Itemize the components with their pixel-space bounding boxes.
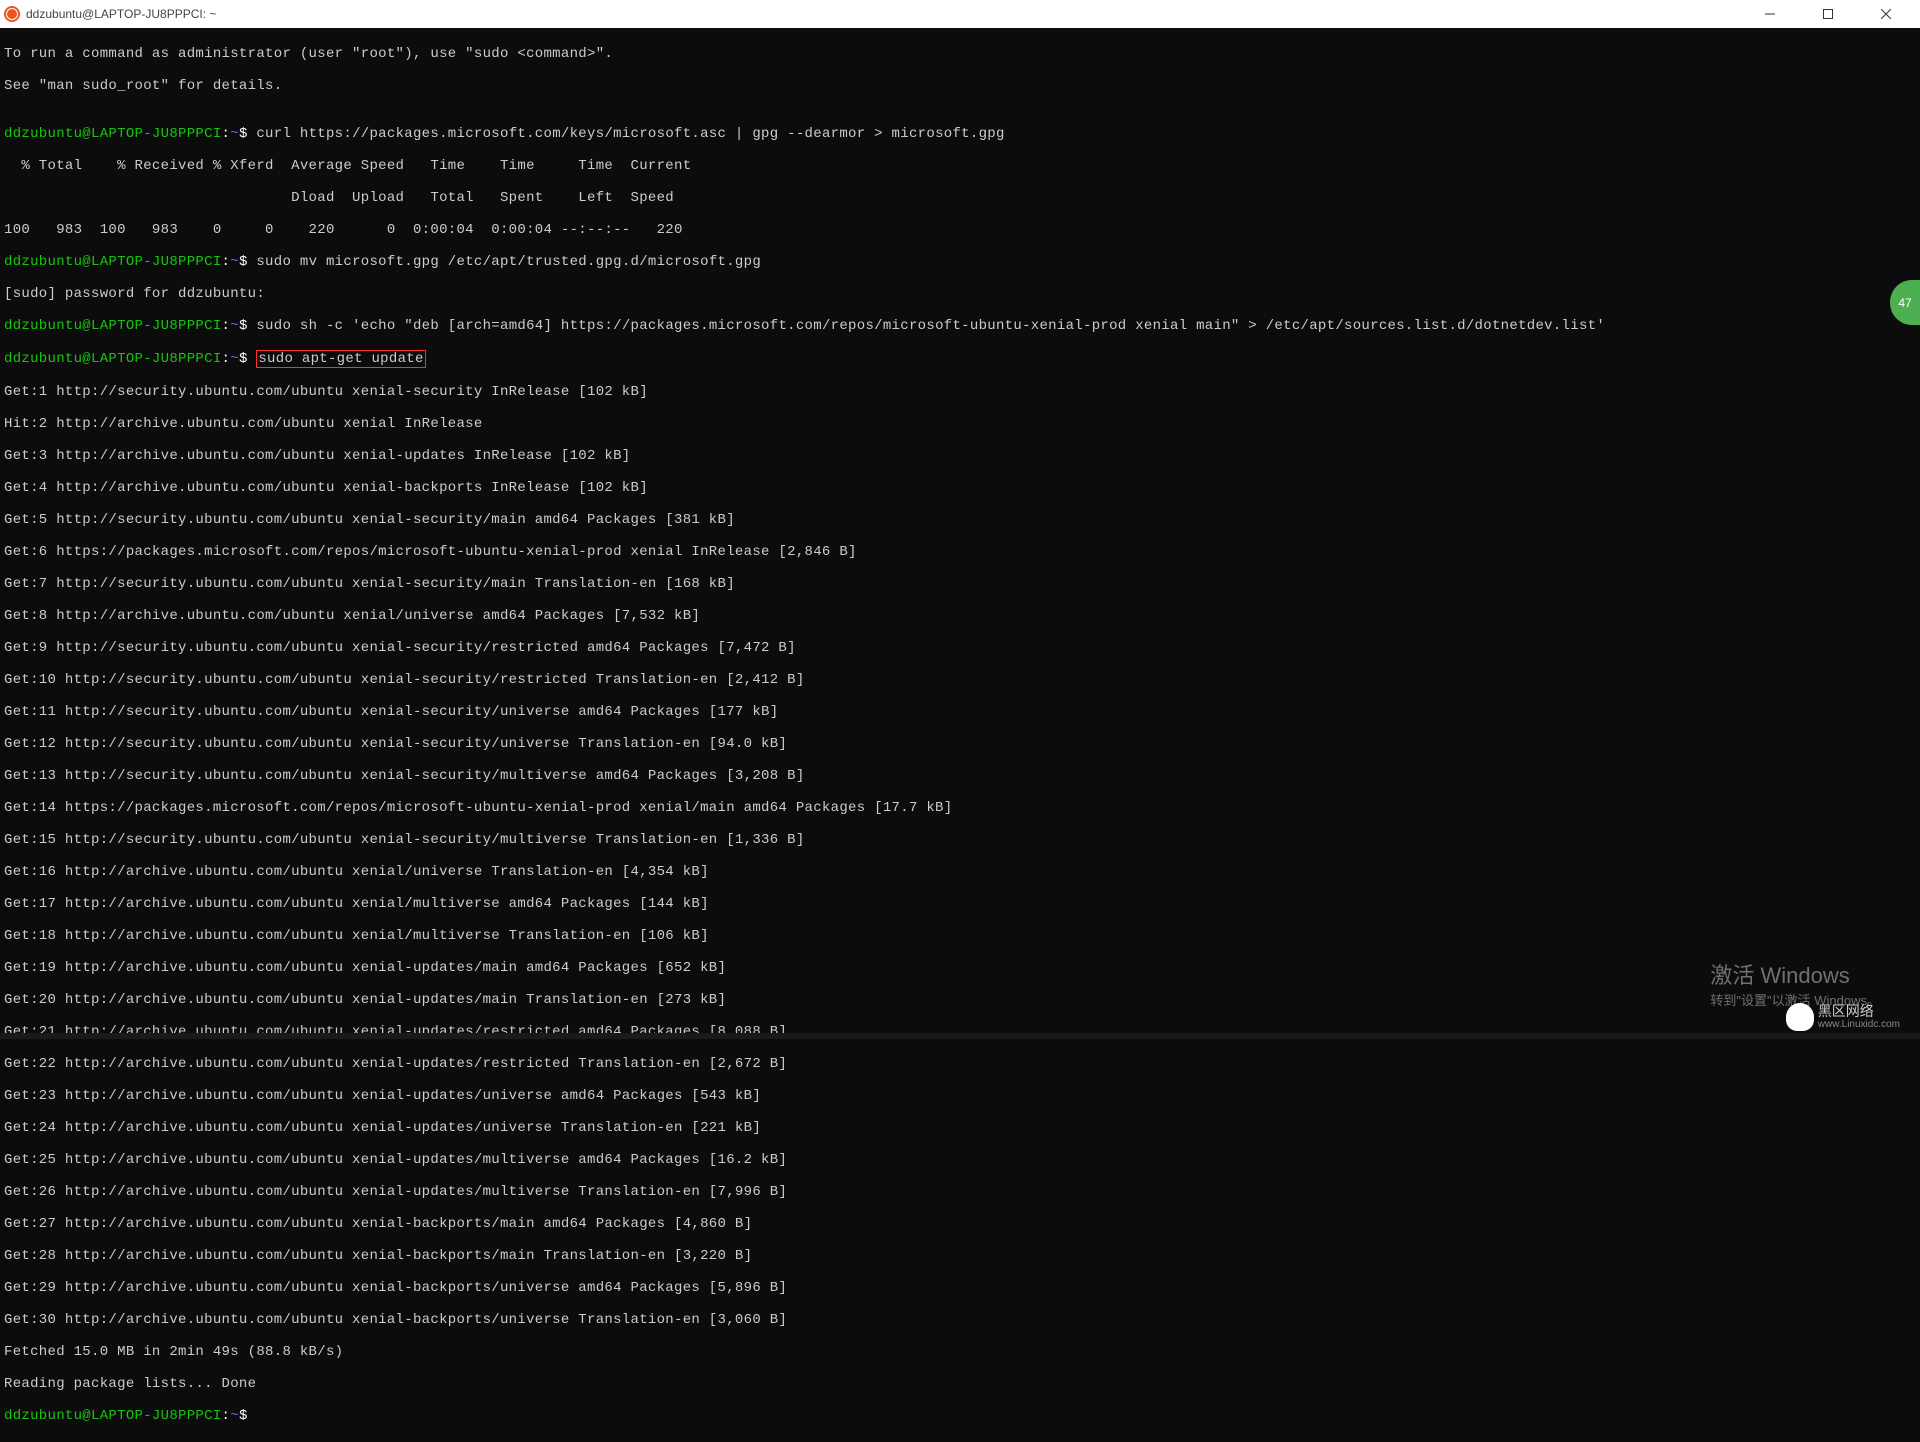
- site-watermark-logo: 黑区网络 www.Linuxidc.com: [1786, 1003, 1900, 1031]
- terminal-line: [sudo] password for ddzubuntu:: [4, 286, 1916, 302]
- logo-url: www.Linuxidc.com: [1818, 1019, 1900, 1030]
- terminal-line: See "man sudo_root" for details.: [4, 78, 1916, 94]
- terminal-line: 100 983 100 983 0 0 220 0 0:00:04 0:00:0…: [4, 222, 1916, 238]
- window-title: ddzubuntu@LAPTOP-JU8PPPCI: ~: [26, 7, 1750, 21]
- terminal-line: Reading package lists... Done: [4, 1376, 1916, 1392]
- terminal-line: ddzubuntu@LAPTOP-JU8PPPCI:~$ sudo sh -c …: [4, 318, 1916, 334]
- terminal-line: Get:30 http://archive.ubuntu.com/ubuntu …: [4, 1312, 1916, 1328]
- terminal-line: Get:27 http://archive.ubuntu.com/ubuntu …: [4, 1216, 1916, 1232]
- maximize-button[interactable]: [1808, 0, 1848, 28]
- close-button[interactable]: [1866, 0, 1906, 28]
- windows-activation-watermark: 激活 Windows 转到"设置"以激活 Windows。: [1710, 958, 1880, 1009]
- terminal-line: Get:7 http://security.ubuntu.com/ubuntu …: [4, 576, 1916, 592]
- terminal-line: Get:15 http://security.ubuntu.com/ubuntu…: [4, 832, 1916, 848]
- terminal-line: Get:26 http://archive.ubuntu.com/ubuntu …: [4, 1184, 1916, 1200]
- badge-count: 47: [1898, 296, 1911, 310]
- terminal-line: Get:23 http://archive.ubuntu.com/ubuntu …: [4, 1088, 1916, 1104]
- terminal-prompt-line[interactable]: ddzubuntu@LAPTOP-JU8PPPCI:~$: [4, 1408, 1916, 1424]
- highlighted-command: sudo apt-get update: [256, 350, 425, 368]
- minimize-button[interactable]: [1750, 0, 1790, 28]
- terminal-line: Get:17 http://archive.ubuntu.com/ubuntu …: [4, 896, 1916, 912]
- terminal-line: Get:6 https://packages.microsoft.com/rep…: [4, 544, 1916, 560]
- watermark-title: 激活 Windows: [1710, 958, 1880, 990]
- titlebar: ddzubuntu@LAPTOP-JU8PPPCI: ~: [0, 0, 1920, 28]
- terminal-line: Get:16 http://archive.ubuntu.com/ubuntu …: [4, 864, 1916, 880]
- logo-text: 黑区网络: [1818, 1004, 1900, 1019]
- terminal-line: Get:12 http://security.ubuntu.com/ubuntu…: [4, 736, 1916, 752]
- penguin-icon: [1786, 1003, 1814, 1031]
- terminal-line: Get:28 http://archive.ubuntu.com/ubuntu …: [4, 1248, 1916, 1264]
- terminal-line: Fetched 15.0 MB in 2min 49s (88.8 kB/s): [4, 1344, 1916, 1360]
- terminal-line: Get:24 http://archive.ubuntu.com/ubuntu …: [4, 1120, 1916, 1136]
- terminal-line: Get:5 http://security.ubuntu.com/ubuntu …: [4, 512, 1916, 528]
- terminal-line: Get:19 http://archive.ubuntu.com/ubuntu …: [4, 960, 1916, 976]
- terminal-line: Get:25 http://archive.ubuntu.com/ubuntu …: [4, 1152, 1916, 1168]
- ubuntu-icon: [4, 6, 20, 22]
- terminal-line: % Total % Received % Xferd Average Speed…: [4, 158, 1916, 174]
- terminal-line: Get:4 http://archive.ubuntu.com/ubuntu x…: [4, 480, 1916, 496]
- terminal-line: Get:11 http://security.ubuntu.com/ubuntu…: [4, 704, 1916, 720]
- terminal-line: Get:9 http://security.ubuntu.com/ubuntu …: [4, 640, 1916, 656]
- terminal-line: Get:14 https://packages.microsoft.com/re…: [4, 800, 1916, 816]
- terminal-line: Get:13 http://security.ubuntu.com/ubuntu…: [4, 768, 1916, 784]
- terminal-line: Get:22 http://archive.ubuntu.com/ubuntu …: [4, 1056, 1916, 1072]
- terminal-line: Get:1 http://security.ubuntu.com/ubuntu …: [4, 384, 1916, 400]
- terminal-line: Get:10 http://security.ubuntu.com/ubuntu…: [4, 672, 1916, 688]
- terminal-line: Get:20 http://archive.ubuntu.com/ubuntu …: [4, 992, 1916, 1008]
- terminal-line: ddzubuntu@LAPTOP-JU8PPPCI:~$ curl https:…: [4, 126, 1916, 142]
- terminal-line: Dload Upload Total Spent Left Speed: [4, 190, 1916, 206]
- terminal-line: Get:18 http://archive.ubuntu.com/ubuntu …: [4, 928, 1916, 944]
- terminal-line: Get:8 http://archive.ubuntu.com/ubuntu x…: [4, 608, 1916, 624]
- terminal-line: To run a command as administrator (user …: [4, 46, 1916, 62]
- terminal-viewport[interactable]: To run a command as administrator (user …: [0, 28, 1920, 1442]
- window-controls: [1750, 0, 1916, 28]
- terminal-line: ddzubuntu@LAPTOP-JU8PPPCI:~$ sudo mv mic…: [4, 254, 1916, 270]
- taskbar[interactable]: [0, 1033, 1920, 1039]
- terminal-line: ddzubuntu@LAPTOP-JU8PPPCI:~$ sudo apt-ge…: [4, 350, 1916, 368]
- terminal-line: Get:29 http://archive.ubuntu.com/ubuntu …: [4, 1280, 1916, 1296]
- terminal-line: Get:3 http://archive.ubuntu.com/ubuntu x…: [4, 448, 1916, 464]
- terminal-line: Hit:2 http://archive.ubuntu.com/ubuntu x…: [4, 416, 1916, 432]
